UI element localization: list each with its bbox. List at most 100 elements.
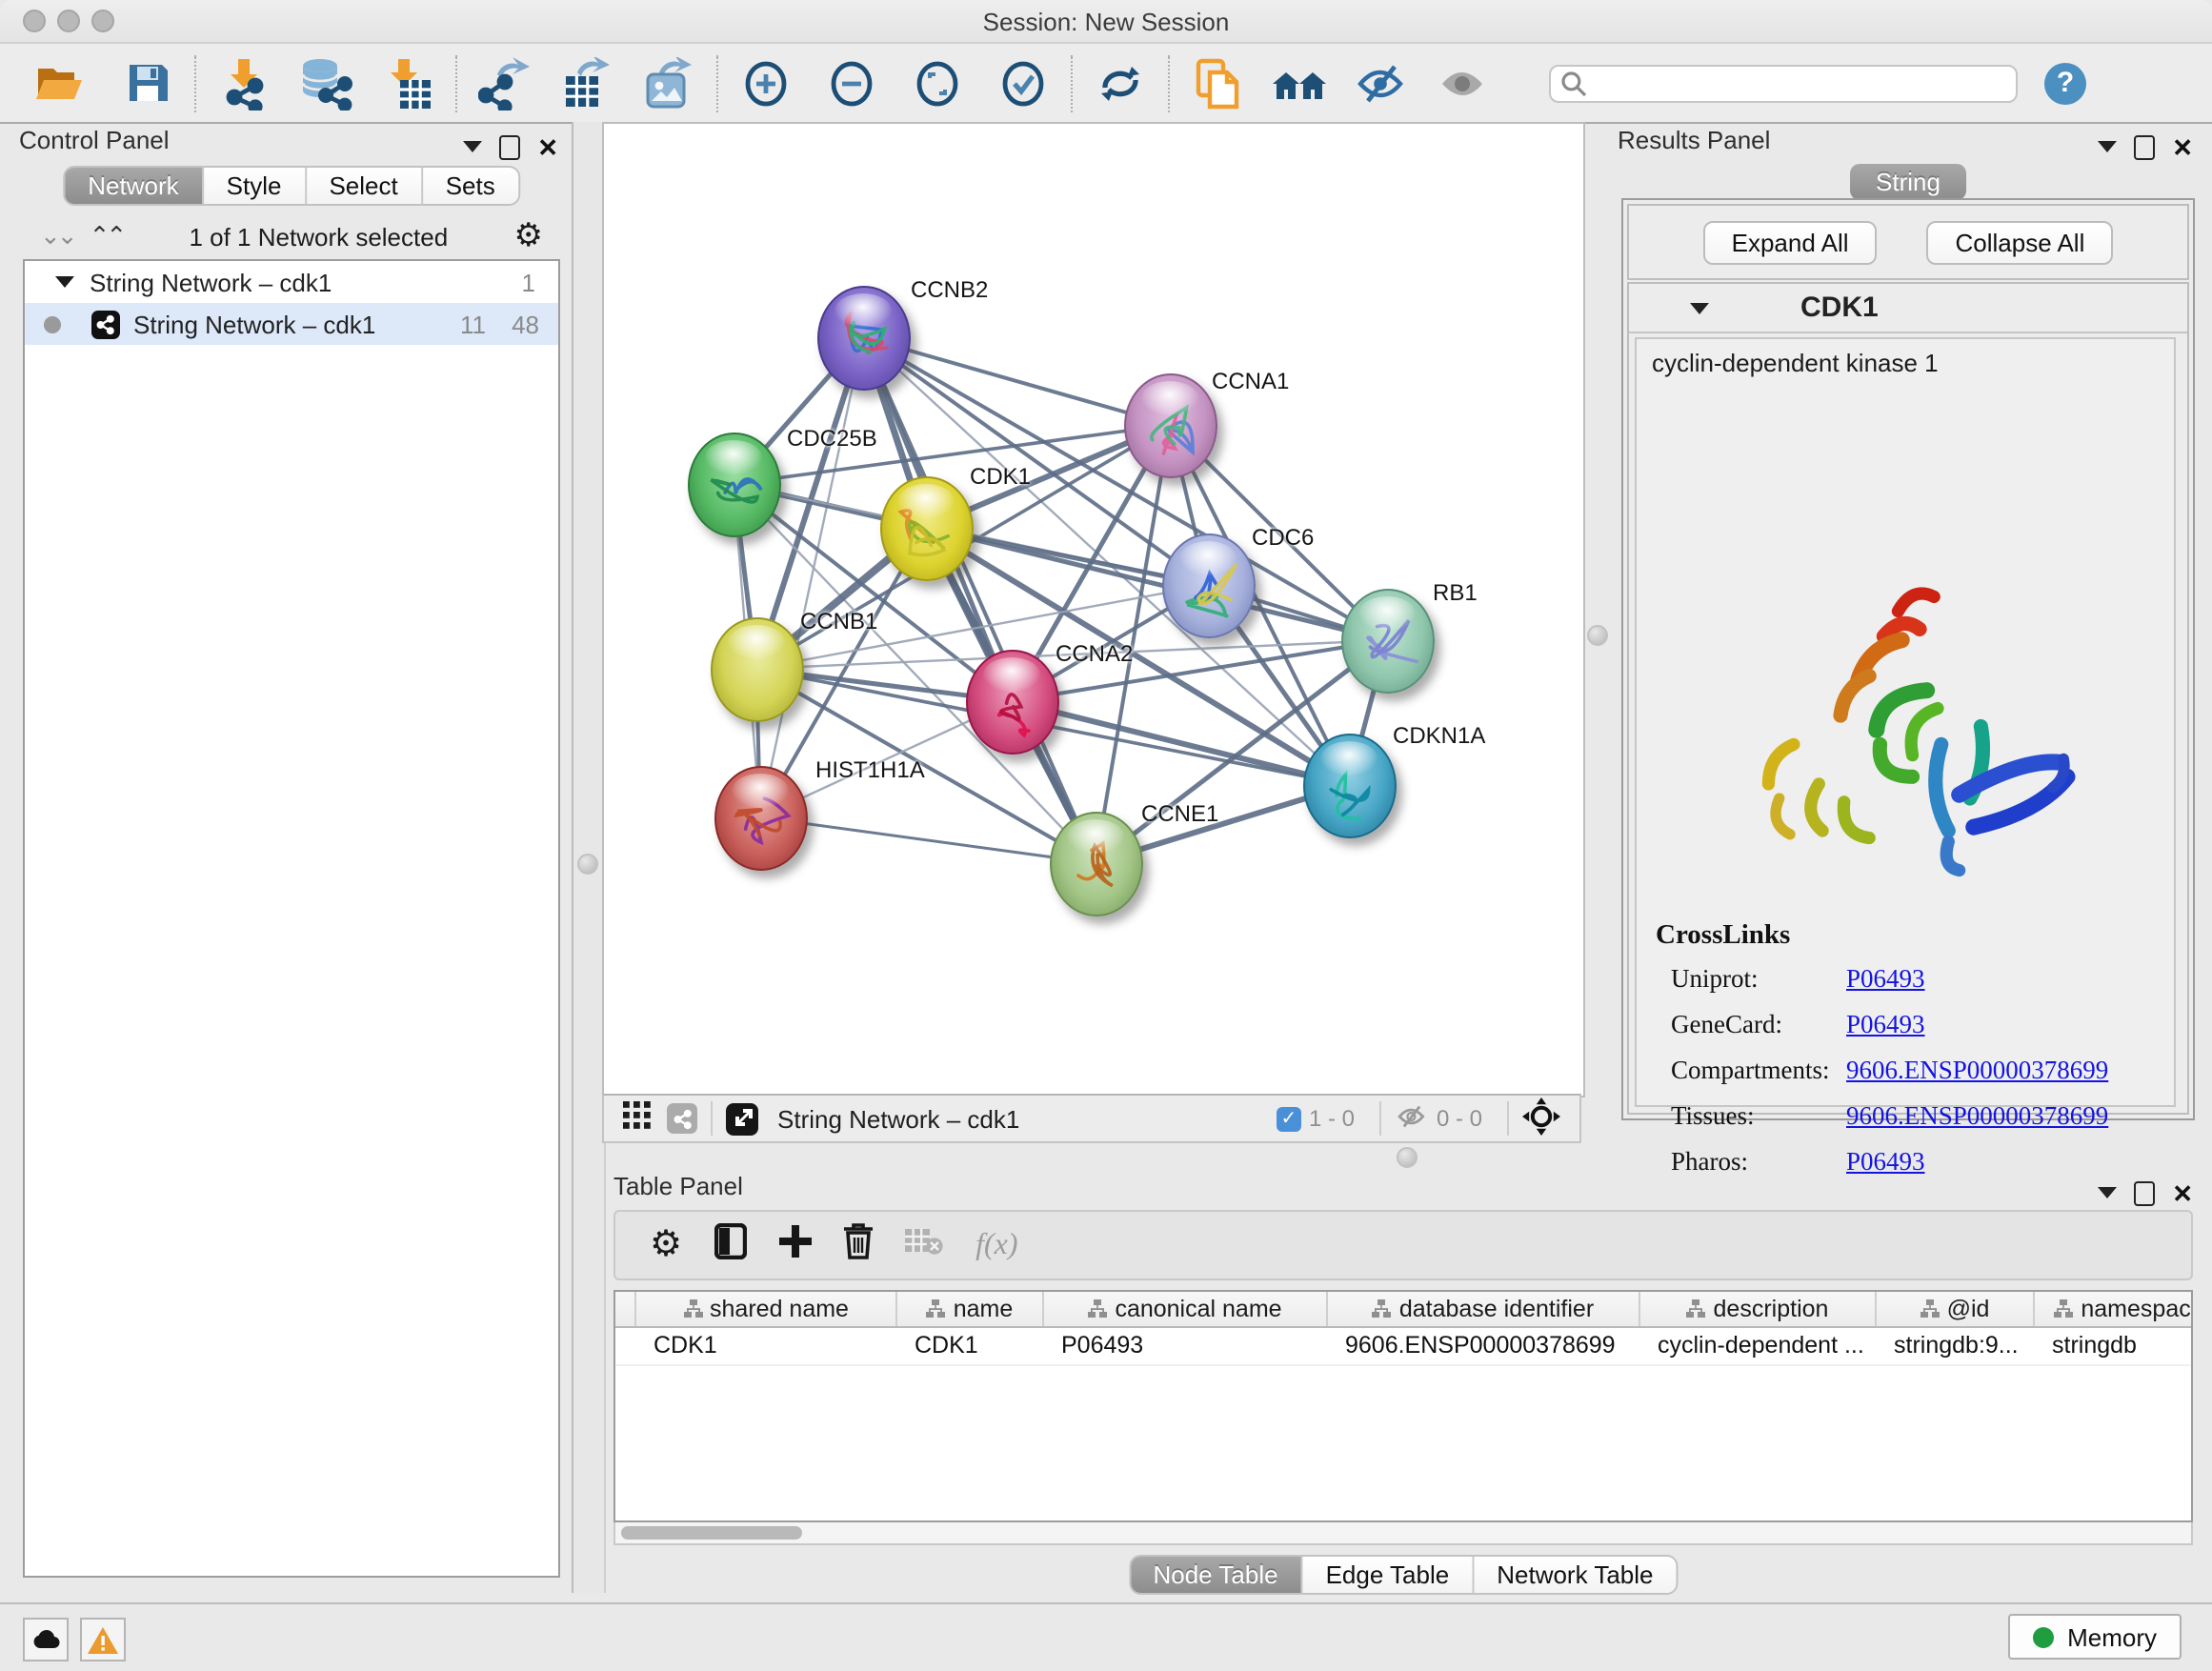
control-panel-float-icon[interactable] xyxy=(499,134,520,159)
expand-all-networks-icon[interactable]: ⌃⌃ xyxy=(90,221,124,252)
crosslink-label: GeneCard: xyxy=(1656,1010,1846,1040)
column-header-namespace[interactable]: namespace xyxy=(2035,1292,2193,1326)
warnings-icon[interactable] xyxy=(80,1618,126,1661)
tab-sets[interactable]: Sets xyxy=(423,168,518,204)
import-network-icon[interactable] xyxy=(211,52,276,113)
tab-network-table[interactable]: Network Table xyxy=(1474,1557,1676,1593)
hide-selected-icon[interactable] xyxy=(1349,52,1414,113)
search-input[interactable] xyxy=(1549,64,2018,102)
column-header-database-identifier[interactable]: database identifier xyxy=(1328,1292,1640,1326)
crosslink-link[interactable]: 9606.ENSP00000378699 xyxy=(1846,1056,2108,1086)
network-view-mode-icon[interactable] xyxy=(667,1103,697,1134)
results-panel-float-icon[interactable] xyxy=(2134,134,2155,159)
column-header--id[interactable]: @id xyxy=(1877,1292,2035,1326)
show-all-icon[interactable] xyxy=(1431,52,1496,113)
first-neighbors-icon[interactable] xyxy=(1267,52,1332,113)
snapshot-icon[interactable] xyxy=(1185,52,1250,113)
network-row[interactable]: String Network – cdk1 11 48 xyxy=(25,303,558,345)
node-label-cdc6: CDC6 xyxy=(1252,524,1314,551)
zoom-out-icon[interactable] xyxy=(819,52,884,113)
table-horizontal-scrollbar[interactable] xyxy=(613,1522,2193,1545)
results-panel-menu-icon[interactable] xyxy=(2098,141,2117,152)
column-header-canonical-name[interactable]: canonical name xyxy=(1044,1292,1328,1326)
open-file-icon[interactable] xyxy=(27,52,91,113)
tab-style[interactable]: Style xyxy=(204,168,307,204)
network-node-hist1h1a[interactable] xyxy=(714,765,807,870)
save-session-icon[interactable] xyxy=(114,52,179,113)
memory-button[interactable]: Memory xyxy=(2008,1614,2182,1660)
table-cell[interactable]: cyclin-dependent ... xyxy=(1640,1328,1877,1364)
delete-column-icon[interactable] xyxy=(844,1222,873,1268)
table-panel-close-icon[interactable]: ✕ xyxy=(2172,1182,2193,1203)
column-header-shared-name[interactable]: shared name xyxy=(636,1292,897,1326)
delete-table-icon[interactable] xyxy=(905,1226,943,1264)
network-node-rb1[interactable] xyxy=(1340,588,1434,693)
network-canvas[interactable]: CCNB2CCNA1CDC25BCDK1CDC6RB1CCNB1CCNA2CDK… xyxy=(602,122,1585,1097)
network-node-cdc6[interactable] xyxy=(1161,533,1255,637)
left-splitter-handle[interactable] xyxy=(577,854,598,875)
fit-content-icon[interactable] xyxy=(905,52,970,113)
network-node-cdkn1a[interactable] xyxy=(1302,733,1396,837)
network-node-ccnb1[interactable] xyxy=(710,616,803,721)
collection-expander-icon[interactable] xyxy=(55,276,74,288)
node-table[interactable]: shared namenamecanonical namedatabase id… xyxy=(613,1290,2193,1522)
results-panel-close-icon[interactable]: ✕ xyxy=(2172,136,2193,157)
right-splitter-handle[interactable] xyxy=(1587,625,1608,646)
table-cell[interactable]: stringdb xyxy=(2035,1328,2193,1364)
table-cell[interactable]: stringdb:9... xyxy=(1877,1328,2035,1364)
refresh-icon[interactable] xyxy=(1088,52,1153,113)
network-node-ccne1[interactable] xyxy=(1049,811,1142,916)
table-cell[interactable]: P06493 xyxy=(1044,1328,1328,1364)
add-column-icon[interactable] xyxy=(779,1224,812,1266)
zoom-in-icon[interactable] xyxy=(734,52,798,113)
control-panel-close-icon[interactable]: ✕ xyxy=(537,136,558,157)
network-options-gear-icon[interactable]: ⚙ xyxy=(514,221,544,252)
gene-section-expander-icon[interactable] xyxy=(1690,302,1709,313)
column-header-description[interactable]: description xyxy=(1640,1292,1877,1326)
scrollbar-thumb[interactable] xyxy=(621,1526,802,1540)
collapse-all-button[interactable]: Collapse All xyxy=(1927,220,2114,264)
network-node-cdc25b[interactable] xyxy=(687,432,780,536)
hidden-eye-icon[interactable] xyxy=(1395,1102,1429,1135)
tab-network[interactable]: Network xyxy=(65,168,203,204)
table-cell[interactable]: 9606.ENSP00000378699 xyxy=(1328,1328,1640,1364)
tab-string[interactable]: String xyxy=(1849,164,1967,200)
crosslink-link[interactable]: 9606.ENSP00000378699 xyxy=(1846,1101,2108,1132)
tab-select[interactable]: Select xyxy=(306,168,422,204)
crosslink-link[interactable]: P06493 xyxy=(1846,964,1925,995)
table-cell[interactable]: CDK1 xyxy=(897,1328,1044,1364)
control-panel-menu-icon[interactable] xyxy=(463,141,482,152)
selected-checkbox-icon[interactable]: ✓ xyxy=(1277,1106,1301,1131)
column-header-name[interactable]: name xyxy=(897,1292,1044,1326)
network-node-ccna2[interactable] xyxy=(965,649,1058,754)
table-options-gear-icon[interactable]: ⚙ xyxy=(650,1230,682,1260)
table-cell[interactable]: CDK1 xyxy=(636,1328,897,1364)
pan-crosshair-icon[interactable] xyxy=(1522,1097,1560,1140)
automation-cloud-icon[interactable] xyxy=(23,1618,69,1661)
help-icon[interactable]: ? xyxy=(2044,62,2086,104)
export-image-icon[interactable] xyxy=(636,52,701,113)
network-collection-row[interactable]: String Network – cdk1 1 xyxy=(25,261,558,303)
crosslink-link[interactable]: P06493 xyxy=(1846,1010,1925,1040)
table-panel-menu-icon[interactable] xyxy=(2098,1187,2117,1198)
network-node-ccna1[interactable] xyxy=(1123,372,1217,477)
table-panel-float-icon[interactable] xyxy=(2134,1180,2155,1205)
network-node-ccnb2[interactable] xyxy=(816,285,910,390)
export-table-icon[interactable] xyxy=(554,52,619,113)
grid-mode-icon[interactable] xyxy=(623,1101,652,1136)
expand-all-button[interactable]: Expand All xyxy=(1703,220,1878,264)
bottom-splitter-handle[interactable] xyxy=(1397,1147,1418,1168)
network-node-cdk1[interactable] xyxy=(879,475,973,580)
import-table-icon[interactable] xyxy=(375,52,440,113)
tab-edge-table[interactable]: Edge Table xyxy=(1303,1557,1475,1593)
zoom-selected-icon[interactable] xyxy=(991,52,1056,113)
birds-eye-view-icon[interactable] xyxy=(726,1102,758,1135)
collapse-all-networks-icon[interactable]: ⌄⌄ xyxy=(40,221,74,252)
import-network-from-database-icon[interactable] xyxy=(293,52,358,113)
function-builder-icon[interactable]: f(x) xyxy=(975,1228,1017,1262)
tab-node-table[interactable]: Node Table xyxy=(1130,1557,1302,1593)
show-columns-icon[interactable] xyxy=(714,1222,747,1268)
table-row[interactable]: CDK1CDK1P064939606.ENSP00000378699cyclin… xyxy=(615,1328,2191,1366)
gene-section-header[interactable]: CDK1 xyxy=(1629,284,2187,333)
export-network-icon[interactable] xyxy=(473,52,537,113)
